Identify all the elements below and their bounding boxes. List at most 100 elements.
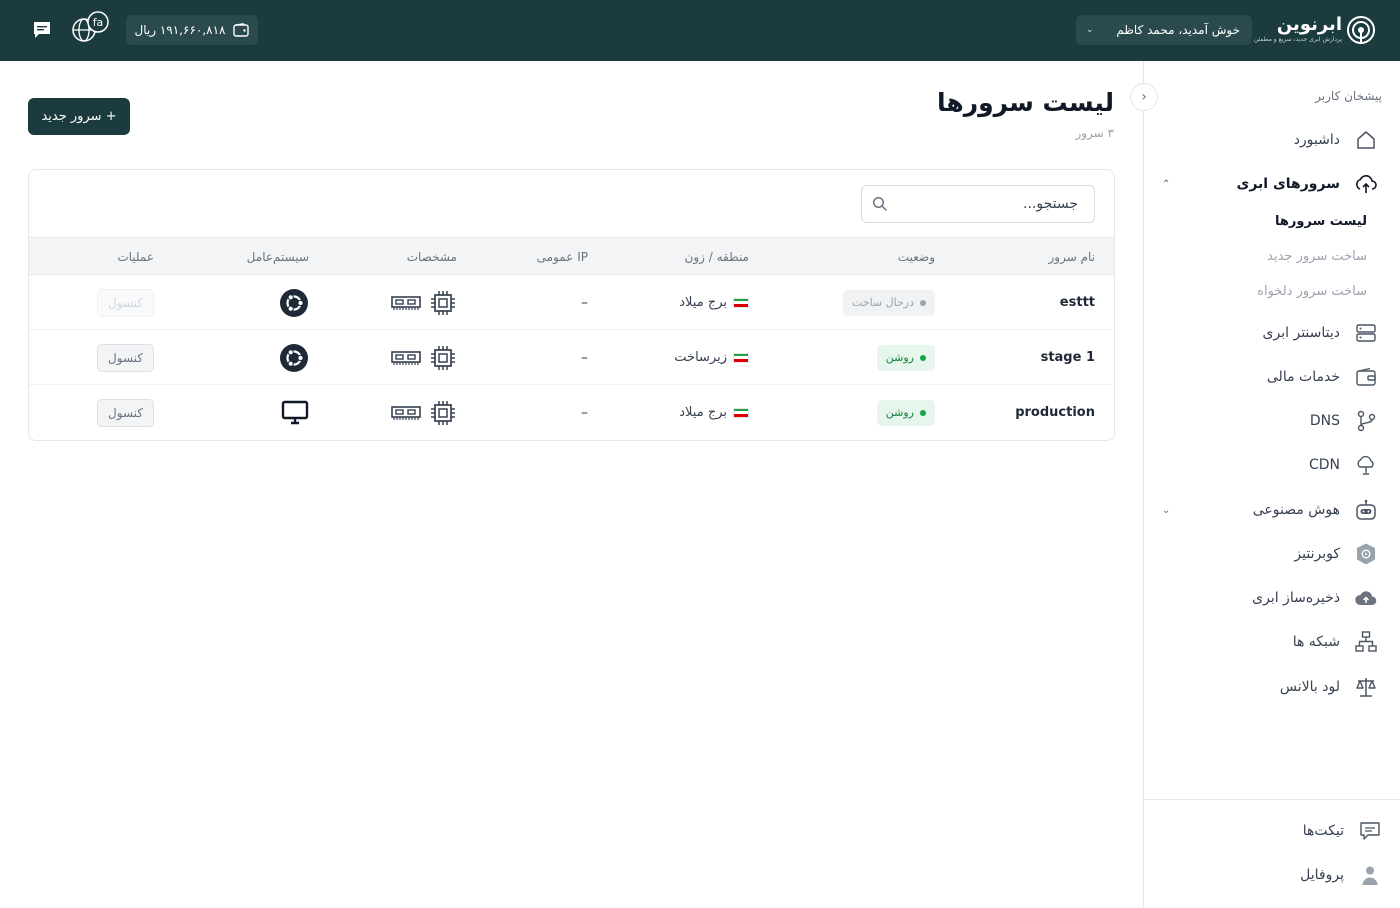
column-header-name[interactable]: نام سرور [1048, 250, 1095, 264]
ram-icon [391, 295, 421, 310]
git-branch-icon [1354, 409, 1378, 433]
status-badge: روشن [876, 399, 935, 426]
status-cell: درحال ساخت [842, 275, 935, 330]
os-cell [279, 275, 309, 330]
column-header-actions[interactable]: عملیات [117, 250, 154, 264]
logo-tagline: پردازش ابری جدید، سریع و مطمئن [1253, 36, 1342, 43]
zone-cell: برج میلاد [679, 385, 749, 440]
language-switcher[interactable]: fa [70, 11, 112, 45]
language-badge: fa [93, 16, 104, 29]
sidebar-item-label: لود بالانس [1279, 679, 1340, 695]
sidebar-item-label: دیتاسنتر ابری [1262, 325, 1340, 341]
brand-logo[interactable]: ابرنوین پردازش ابری جدید، سریع و مطمئن [1254, 12, 1376, 48]
top-bar: ابرنوین پردازش ابری جدید، سریع و مطمئن خ… [0, 0, 1400, 61]
sidebar-item-dashboard[interactable]: داشبورد [1162, 127, 1378, 153]
column-header-specs[interactable]: مشخصات [407, 250, 457, 264]
sidebar-subitem-server-list[interactable]: لیست سرورها [1275, 214, 1367, 229]
sidebar-item-cdn[interactable]: CDN [1162, 452, 1378, 478]
zone-text: زیرساخت [674, 350, 727, 365]
status-cell: روشن [876, 385, 935, 440]
wallet-icon [233, 23, 250, 37]
cloud-upload-icon [1354, 586, 1378, 610]
sidebar-subitem-new-server[interactable]: ساخت سرور جدید [1267, 249, 1367, 264]
home-icon [1354, 128, 1378, 152]
sidebar-item-label: ذخیره‌ساز ابری [1252, 590, 1340, 606]
wallet-balance[interactable]: ۱۹۱,۶۶۰,۸۱۸ ریال [126, 15, 258, 45]
column-header-ip[interactable]: IP عمومی [537, 250, 588, 264]
user-icon [1358, 863, 1382, 887]
sidebar-item-label: کوبرنتیز [1294, 546, 1340, 562]
ubuntu-icon [280, 343, 308, 372]
iran-flag-icon [733, 297, 749, 308]
os-cell [279, 330, 309, 385]
logo-mark-icon [1347, 16, 1375, 44]
new-server-button[interactable]: + سرور جدید [28, 98, 130, 135]
sidebar-item-networks[interactable]: شبکه ها [1162, 629, 1378, 655]
column-header-zone[interactable]: منطقه / زون [685, 250, 749, 264]
os-cell [281, 385, 309, 440]
table-row[interactable]: production روشن برج میلاد – کنسول [29, 385, 1114, 440]
column-header-status[interactable]: وضعیت [898, 250, 935, 264]
sidebar-subitem-custom-server[interactable]: ساخت سرور دلخواه [1257, 284, 1367, 299]
server-name[interactable]: esttt [1060, 275, 1095, 330]
kubernetes-icon [1354, 542, 1378, 566]
specs-cell [391, 330, 457, 385]
sidebar-item-financial[interactable]: خدمات مالی [1162, 364, 1378, 390]
cpu-icon [431, 345, 455, 370]
user-menu[interactable]: خوش آمدید، محمد کاظم ⌄ [1076, 15, 1252, 45]
sidebar-item-label: تیکت‌ها [1302, 823, 1344, 839]
sidebar-item-profile[interactable]: پروفایل [1166, 862, 1382, 888]
sidebar-section-title: پیشخان کاربر [1315, 89, 1382, 103]
messages-button[interactable] [30, 18, 54, 42]
sidebar-item-dns[interactable]: DNS [1162, 408, 1378, 434]
server-name[interactable]: production [1015, 385, 1095, 440]
console-button[interactable]: کنسول [97, 288, 154, 317]
sidebar-collapse-button[interactable]: › [1130, 83, 1158, 111]
chevron-up-icon: ⌃ [1162, 178, 1171, 190]
column-header-os[interactable]: سیستم‌عامل [247, 250, 309, 264]
chevron-right-icon: › [1141, 89, 1147, 105]
ticket-icon [1358, 819, 1382, 843]
sidebar-item-load-balancer[interactable]: لود بالانس [1162, 674, 1378, 700]
cloud-icon [1354, 172, 1378, 196]
search-placeholder: جستجو... [1023, 196, 1078, 212]
chat-icon [34, 22, 50, 38]
zone-cell: برج میلاد [679, 275, 749, 330]
table-row[interactable]: esttt درحال ساخت برج میلاد – کنسول [29, 275, 1114, 330]
status-badge: روشن [876, 344, 935, 371]
console-button[interactable]: کنسول [97, 398, 154, 427]
actions-cell: کنسول [97, 385, 154, 440]
sidebar-divider [1143, 799, 1400, 800]
wallet-icon [1354, 365, 1378, 389]
server-name[interactable]: stage 1 [1041, 330, 1095, 385]
sidebar-item-kubernetes[interactable]: کوبرنتیز [1162, 541, 1378, 567]
sidebar-item-tickets[interactable]: تیکت‌ها [1166, 818, 1382, 844]
balance-text: ۱۹۱,۶۶۰,۸۱۸ ریال [134, 23, 226, 37]
servers-card: جستجو... نام سرور وضعیت منطقه / زون IP ع… [28, 169, 1115, 441]
ip-cell: – [581, 349, 588, 366]
search-input[interactable]: جستجو... [861, 185, 1095, 223]
status-badge: درحال ساخت [842, 289, 935, 316]
status-dot [920, 354, 926, 361]
status-cell: روشن [876, 330, 935, 385]
scale-icon [1354, 675, 1378, 699]
chevron-down-icon: ⌄ [1086, 25, 1094, 35]
chevron-down-icon: ⌄ [1162, 504, 1171, 516]
sidebar-item-label: سرورهای ابری [1236, 176, 1340, 192]
sidebar-item-cloud-datacenter[interactable]: دیتاسنتر ابری [1162, 320, 1378, 346]
actions-cell: کنسول [97, 275, 154, 330]
sidebar-item-cloud-storage[interactable]: ذخیره‌ساز ابری [1162, 585, 1378, 611]
ram-icon [391, 405, 421, 420]
status-text: درحال ساخت [851, 296, 914, 309]
sidebar: › پیشخان کاربر داشبورد سرورهای ابری ⌃ لی… [1130, 61, 1400, 908]
sidebar-item-cloud-servers[interactable]: سرورهای ابری ⌃ [1162, 171, 1378, 197]
status-dot [920, 299, 926, 306]
server-icon [1354, 321, 1378, 345]
sidebar-item-ai[interactable]: هوش مصنوعی ⌄ [1162, 497, 1378, 523]
ram-icon [391, 350, 421, 365]
robot-icon [1354, 498, 1378, 522]
table-row[interactable]: stage 1 روشن زیرساخت – کنسول [29, 330, 1114, 385]
console-button[interactable]: کنسول [97, 343, 154, 372]
sidebar-item-label: DNS [1309, 413, 1340, 429]
sidebar-item-label: داشبورد [1293, 132, 1340, 148]
